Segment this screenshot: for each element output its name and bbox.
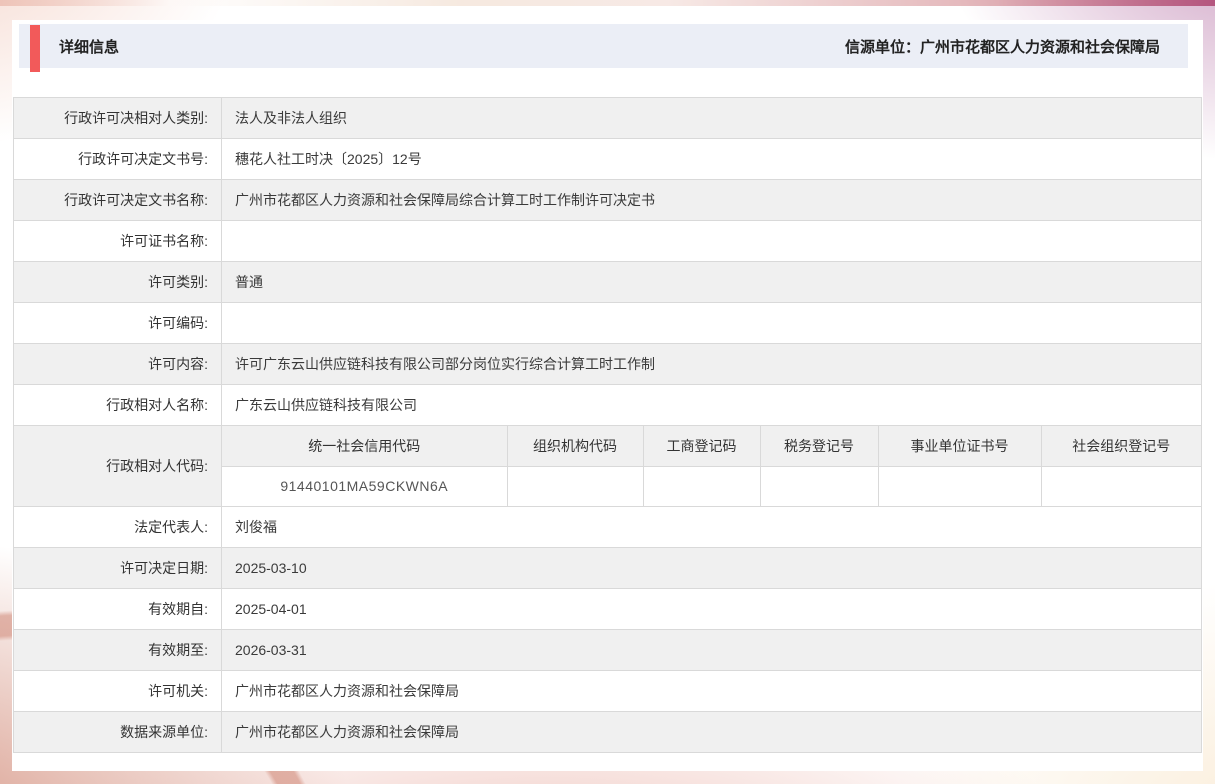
red-accent-bar (30, 25, 40, 72)
field-value: 广州市花都区人力资源和社会保障局综合计算工时工作制许可决定书 (222, 180, 1202, 221)
source-unit-label: 信源单位：广州市花都区人力资源和社会保障局 (845, 36, 1188, 57)
field-label: 行政相对人名称: (14, 385, 222, 426)
table-row: 许可决定日期: 2025-03-10 (14, 548, 1202, 589)
field-label: 数据来源单位: (14, 712, 222, 753)
codes-table: 统一社会信用代码 组织机构代码 工商登记码 税务登记号 事业单位证书号 社会组织… (222, 426, 1201, 506)
detail-table: 行政许可决相对人类别: 法人及非法人组织 行政许可决定文书号: 穗花人社工时决〔… (13, 97, 1202, 753)
code-column-header: 统一社会信用代码 (222, 426, 507, 466)
field-value: 广州市花都区人力资源和社会保障局 (222, 671, 1202, 712)
field-label: 许可类别: (14, 262, 222, 303)
field-value: 广州市花都区人力资源和社会保障局 (222, 712, 1202, 753)
field-label: 许可证书名称: (14, 221, 222, 262)
code-value (1041, 466, 1201, 506)
codes-value-row: 91440101MA59CKWN6A (222, 466, 1201, 506)
codes-header-row: 统一社会信用代码 组织机构代码 工商登记码 税务登记号 事业单位证书号 社会组织… (222, 426, 1201, 466)
field-value: 普通 (222, 262, 1202, 303)
field-value: 刘俊福 (222, 507, 1202, 548)
codes-cell: 统一社会信用代码 组织机构代码 工商登记码 税务登记号 事业单位证书号 社会组织… (222, 426, 1202, 507)
table-row: 许可类别: 普通 (14, 262, 1202, 303)
field-value (222, 303, 1202, 344)
page-title: 详细信息 (59, 36, 119, 57)
code-value (643, 466, 760, 506)
field-label: 行政相对人代码: (14, 426, 222, 507)
field-label: 许可编码: (14, 303, 222, 344)
code-column-header: 税务登记号 (760, 426, 878, 466)
field-value: 许可广东云山供应链科技有限公司部分岗位实行综合计算工时工作制 (222, 344, 1202, 385)
field-value: 2025-04-01 (222, 589, 1202, 630)
field-label: 许可内容: (14, 344, 222, 385)
code-value (507, 466, 643, 506)
table-row: 行政许可决定文书名称: 广州市花都区人力资源和社会保障局综合计算工时工作制许可决… (14, 180, 1202, 221)
field-label: 行政许可决相对人类别: (14, 98, 222, 139)
code-column-header: 事业单位证书号 (878, 426, 1041, 466)
field-value: 法人及非法人组织 (222, 98, 1202, 139)
field-value: 2025-03-10 (222, 548, 1202, 589)
table-row: 许可证书名称: (14, 221, 1202, 262)
field-label: 有效期至: (14, 630, 222, 671)
table-row: 许可内容: 许可广东云山供应链科技有限公司部分岗位实行综合计算工时工作制 (14, 344, 1202, 385)
field-value: 广东云山供应链科技有限公司 (222, 385, 1202, 426)
code-value (760, 466, 878, 506)
table-row: 行政许可决定文书号: 穗花人社工时决〔2025〕12号 (14, 139, 1202, 180)
codes-row: 行政相对人代码: 统一社会信用代码 组织机构代码 工商登记码 税 (14, 426, 1202, 507)
field-value: 2026-03-31 (222, 630, 1202, 671)
table-row: 行政许可决相对人类别: 法人及非法人组织 (14, 98, 1202, 139)
detail-card: 详细信息 信源单位：广州市花都区人力资源和社会保障局 行政许可决相对人类别: 法… (12, 20, 1203, 771)
code-column-header: 社会组织登记号 (1041, 426, 1201, 466)
field-label: 有效期自: (14, 589, 222, 630)
table-row: 法定代表人: 刘俊福 (14, 507, 1202, 548)
field-label: 许可机关: (14, 671, 222, 712)
table-row: 有效期至: 2026-03-31 (14, 630, 1202, 671)
field-value: 穗花人社工时决〔2025〕12号 (222, 139, 1202, 180)
table-row: 有效期自: 2025-04-01 (14, 589, 1202, 630)
field-label: 许可决定日期: (14, 548, 222, 589)
code-column-header: 工商登记码 (643, 426, 760, 466)
code-value (878, 466, 1041, 506)
table-row: 许可机关: 广州市花都区人力资源和社会保障局 (14, 671, 1202, 712)
code-value: 91440101MA59CKWN6A (222, 466, 507, 506)
field-label: 法定代表人: (14, 507, 222, 548)
page-background: { "header": { "title": "详细信息", "source":… (0, 0, 1215, 784)
detail-header: 详细信息 信源单位：广州市花都区人力资源和社会保障局 (19, 24, 1188, 68)
table-row: 许可编码: (14, 303, 1202, 344)
field-value (222, 221, 1202, 262)
table-row: 数据来源单位: 广州市花都区人力资源和社会保障局 (14, 712, 1202, 753)
table-row: 行政相对人名称: 广东云山供应链科技有限公司 (14, 385, 1202, 426)
field-label: 行政许可决定文书号: (14, 139, 222, 180)
field-label: 行政许可决定文书名称: (14, 180, 222, 221)
code-column-header: 组织机构代码 (507, 426, 643, 466)
